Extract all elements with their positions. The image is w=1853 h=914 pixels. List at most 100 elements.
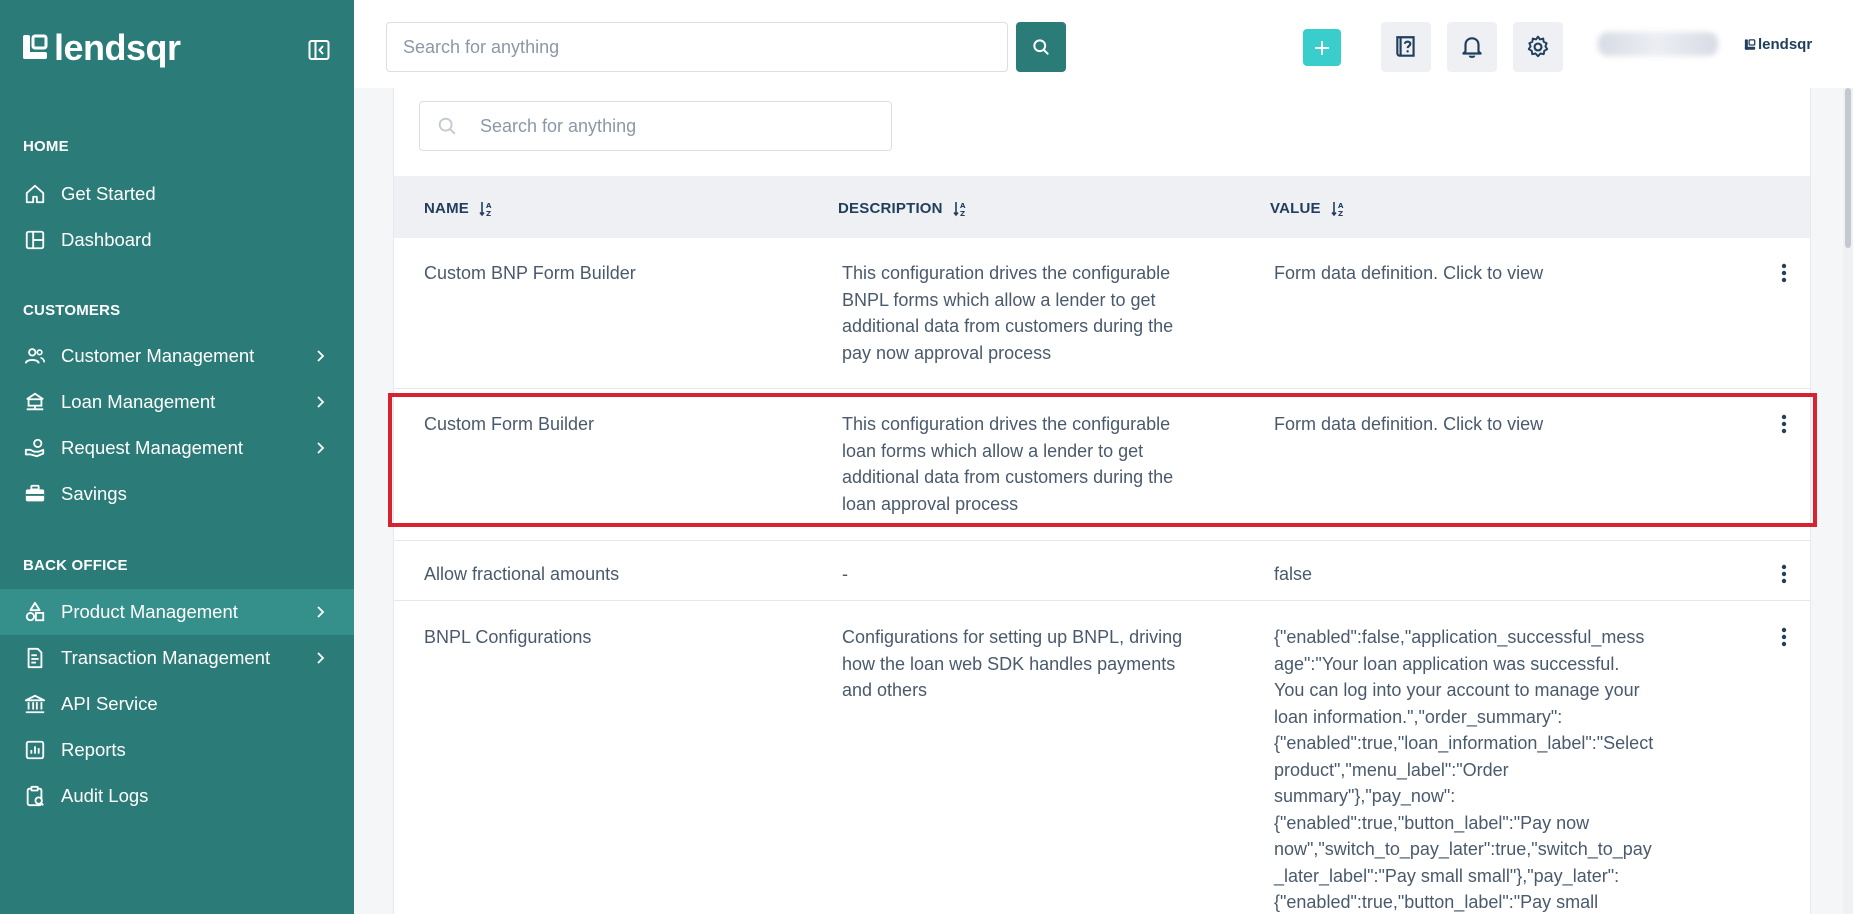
row-name: Custom Form Builder — [424, 414, 595, 434]
sidebar-item-savings[interactable]: Savings — [0, 471, 354, 517]
sort-icon: AZ — [479, 201, 492, 217]
column-header-label: DESCRIPTION — [838, 200, 943, 217]
sidebar-item-customer-management[interactable]: Customer Management — [0, 333, 354, 379]
help-book-icon — [1396, 36, 1415, 57]
svg-text:Z: Z — [486, 210, 491, 217]
sidebar-item-audit-logs[interactable]: Audit Logs — [0, 773, 354, 819]
sidebar-item-label: Loan Management — [61, 391, 216, 412]
sidebar-item-transaction-management[interactable]: Transaction Management — [0, 635, 354, 681]
search-icon — [1033, 39, 1049, 55]
chevron-right-icon — [312, 440, 328, 456]
search-icon — [438, 117, 456, 135]
dashboard-icon — [24, 229, 46, 251]
sidebar-item-label: API Service — [61, 693, 158, 714]
org-logo-text: lendsqr — [1758, 36, 1813, 53]
product-icon — [24, 601, 46, 623]
column-header-description[interactable]: DESCRIPTION AZ — [838, 200, 967, 217]
global-search-button[interactable] — [1016, 22, 1066, 72]
row-value: {"enabled":false,"application_successful… — [1274, 627, 1654, 912]
sidebar-item-product-management[interactable]: Product Management — [0, 589, 354, 635]
users-icon — [24, 345, 46, 367]
row-value-link[interactable]: Form data definition. Click to view — [1274, 411, 1654, 438]
chevron-right-icon — [312, 394, 328, 410]
briefcase-icon — [24, 483, 46, 505]
sidebar-collapse-icon — [308, 40, 330, 60]
column-header-label: NAME — [424, 200, 469, 217]
table-search-placeholder: Search for anything — [480, 115, 637, 136]
clipboard-icon — [24, 785, 46, 807]
transaction-icon — [24, 647, 46, 669]
collapse-sidebar-button[interactable] — [306, 37, 332, 63]
configuration-panel: Search for anything NAME AZ DESCRIPTION … — [393, 88, 1811, 914]
add-button[interactable] — [1303, 29, 1341, 66]
row-description: This configuration drives the configurab… — [842, 263, 1174, 363]
app-root: lendsqr HOME Get Started Dashboard CUSTO… — [0, 0, 1853, 914]
hand-money-icon — [24, 437, 46, 459]
sidebar-item-request-management[interactable]: Request Management — [0, 425, 354, 471]
table-row[interactable]: Custom BNP Form Builder This configurati… — [394, 238, 1810, 389]
sidebar-item-label: Audit Logs — [61, 785, 149, 806]
row-name: Custom BNP Form Builder — [424, 263, 636, 283]
user-name-blurred[interactable] — [1598, 32, 1718, 56]
table-search-input[interactable]: Search for anything — [419, 101, 892, 151]
row-actions-button[interactable] — [1772, 412, 1796, 436]
svg-text:Z: Z — [960, 210, 965, 217]
chevron-right-icon — [312, 348, 328, 364]
sidebar-item-label: Get Started — [61, 183, 156, 204]
more-vertical-icon — [1781, 627, 1787, 647]
chevron-right-icon — [312, 650, 328, 666]
more-vertical-icon — [1781, 263, 1787, 283]
column-header-name[interactable]: NAME AZ — [424, 200, 493, 217]
svg-text:Z: Z — [1338, 210, 1343, 217]
sidebar-item-dashboard[interactable]: Dashboard — [0, 217, 354, 263]
institution-icon — [24, 693, 46, 715]
sidebar-item-reports[interactable]: Reports — [0, 727, 354, 773]
row-value-link[interactable]: Form data definition. Click to view — [1274, 260, 1654, 287]
table-row[interactable]: Allow fractional amounts - false — [394, 541, 1810, 601]
scrollbar-thumb[interactable] — [1845, 88, 1851, 248]
row-description: Configurations for setting up BNPL, driv… — [842, 627, 1183, 700]
sidebar-item-loan-management[interactable]: Loan Management — [0, 379, 354, 425]
table-row[interactable]: Custom Form Builder This configuration d… — [394, 389, 1810, 541]
more-vertical-icon — [1781, 564, 1787, 584]
sidebar: lendsqr HOME Get Started Dashboard CUSTO… — [0, 0, 354, 914]
sort-icon: AZ — [1331, 201, 1344, 217]
row-actions-button[interactable] — [1772, 562, 1796, 586]
column-header-label: VALUE — [1270, 200, 1321, 217]
settings-button[interactable] — [1513, 22, 1563, 72]
chevron-right-icon — [312, 604, 328, 620]
row-actions-button[interactable] — [1772, 625, 1796, 649]
nav-section-customers: CUSTOMERS — [23, 302, 121, 319]
top-bar: Search for anything lendsqr — [354, 0, 1853, 88]
page-scrollbar[interactable] — [1843, 88, 1853, 914]
report-icon — [24, 739, 46, 761]
sort-icon: AZ — [953, 201, 966, 217]
sidebar-item-label: Request Management — [61, 437, 244, 458]
plus-icon — [1315, 40, 1329, 55]
global-search-placeholder: Search for anything — [403, 36, 560, 57]
sidebar-item-api-service[interactable]: API Service — [0, 681, 354, 727]
home-icon — [24, 183, 46, 205]
nav-section-back-office: BACK OFFICE — [23, 557, 128, 574]
sidebar-item-label: Savings — [61, 483, 127, 504]
sidebar-item-label: Product Management — [61, 601, 238, 622]
brand-name: lendsqr — [54, 27, 181, 68]
svg-text:A: A — [486, 202, 492, 210]
row-value: false — [1274, 564, 1313, 584]
table-row[interactable]: BNPL Configurations Configurations for s… — [394, 613, 1810, 914]
global-search-input[interactable]: Search for anything — [386, 22, 1008, 72]
bell-icon — [1462, 37, 1482, 58]
brand-logo[interactable]: lendsqr — [22, 30, 181, 66]
svg-text:A: A — [1338, 202, 1344, 210]
row-actions-button[interactable] — [1772, 261, 1796, 285]
column-header-value[interactable]: VALUE AZ — [1270, 200, 1345, 217]
org-logo: lendsqr — [1744, 36, 1812, 53]
org-logo-icon — [1744, 38, 1756, 50]
notifications-button[interactable] — [1447, 22, 1497, 72]
gear-icon — [1527, 35, 1549, 58]
more-vertical-icon — [1781, 414, 1787, 434]
help-button[interactable] — [1381, 22, 1431, 72]
sidebar-item-get-started[interactable]: Get Started — [0, 171, 354, 217]
nav-section-home: HOME — [23, 138, 69, 155]
row-name: BNPL Configurations — [424, 627, 592, 647]
